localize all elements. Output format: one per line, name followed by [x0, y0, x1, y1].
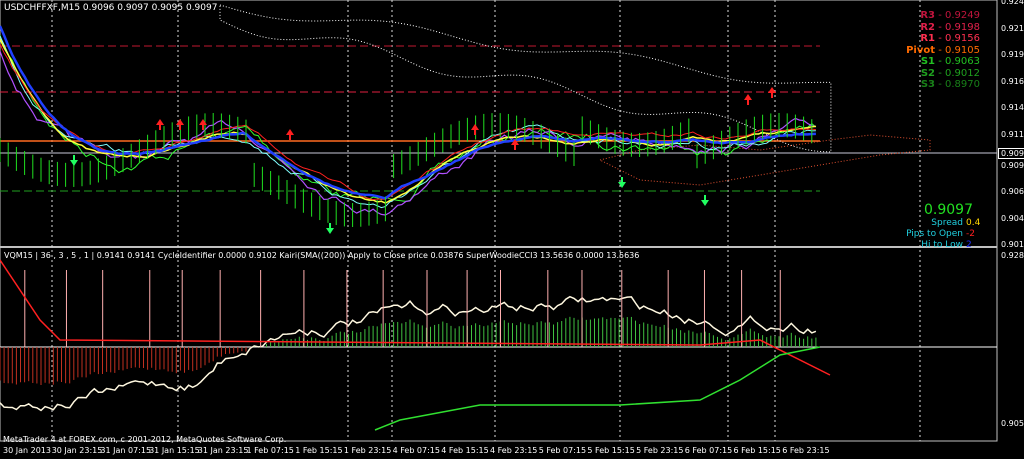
yellow-ma — [0, 38, 816, 204]
price-chart-canvas[interactable] — [0, 0, 1024, 459]
pips-to-open-label: Pips to Open — [906, 229, 963, 239]
indicator-header: VQM15 | 36 , 3 , 5 , 1 | 0.9141 0.9141 C… — [4, 251, 640, 260]
time-axis-label: 1 Feb 15:15 — [295, 446, 343, 455]
current-price: 0.9097 — [924, 202, 973, 218]
cci-green-line — [374, 346, 821, 431]
pivot-value: - 0.9105 — [935, 44, 980, 56]
cyan-line — [0, 35, 816, 209]
up-arrow-icon — [618, 182, 626, 188]
time-axis-label: 6 Feb 23:15 — [782, 446, 830, 455]
pivot-value: - 0.8970 — [935, 79, 980, 90]
time-axis-label: 31 Jan 23:15 — [197, 446, 249, 455]
down-arrow-icon — [286, 129, 294, 135]
down-arrow-icon — [176, 119, 184, 125]
pivot-label: Pivot — [906, 44, 936, 56]
pivot-value: - 0.9249 — [935, 10, 980, 21]
down-arrow-icon — [199, 119, 207, 125]
spread-value: 0.4 — [966, 218, 981, 228]
pivot-r2: R2 - 0.9198 — [900, 22, 980, 33]
cci-red-line — [0, 259, 831, 376]
red-ma — [0, 43, 816, 201]
blue-ma — [0, 25, 816, 200]
price-axis-label: 0.9140 — [1001, 103, 1024, 113]
pivot-label: R2 — [920, 21, 936, 33]
spread-label: Spread — [931, 218, 963, 228]
time-axis-label: 1 Feb 23:15 — [343, 446, 392, 455]
pivot-s3: S3 - 0.8970 — [900, 79, 980, 90]
time-axis-label: 5 Feb 07:15 — [538, 446, 587, 455]
time-axis-label: 30 Jan 2013 — [3, 446, 51, 455]
up-arrow-icon — [701, 200, 709, 206]
price-axis-label: 0.9015 — [1001, 240, 1024, 250]
price-axis-label: 0.9215 — [1001, 23, 1024, 33]
sub-axis-top: 0.9281 — [1001, 251, 1024, 260]
price-axis-label: 0.9115 — [1001, 130, 1024, 139]
footer-copyright: MetaTrader 4 at FOREX.com, c 2001-2012, … — [3, 435, 287, 444]
pivot-value: - 0.9012 — [935, 67, 980, 79]
pivot-value: - 0.9156 — [935, 33, 980, 44]
time-axis-label: 30 Jan 23:15 — [51, 446, 103, 455]
price-axis-label: 0.9165 — [1001, 76, 1024, 86]
price-line-green — [0, 34, 817, 202]
pivot-label: S3 — [920, 79, 936, 90]
sub-axis-bottom: 0.9057 — [1001, 419, 1024, 428]
pivot-r3: R3 - 0.9249 — [900, 10, 980, 21]
up-arrow-icon — [326, 228, 334, 234]
pivot-label: S2 — [920, 67, 936, 79]
price-axis-label: 0.9040 — [1001, 213, 1024, 223]
time-axis-label: 4 Feb 23:15 — [490, 446, 538, 455]
pivot-value: - 0.9063 — [935, 56, 980, 67]
pivot-pivot: Pivot - 0.9105 — [900, 45, 980, 56]
pivot-label: S1 — [920, 56, 936, 67]
down-arrow-icon — [744, 94, 752, 100]
pivot-label: R1 — [920, 33, 936, 44]
price-axis-label: 0.9190 — [1001, 50, 1024, 60]
down-arrow-icon — [471, 124, 479, 130]
time-axis-label: 5 Feb 15:15 — [587, 446, 635, 455]
time-axis-label: 5 Feb 23:15 — [636, 446, 684, 455]
current-price-box: 0.9097 — [998, 148, 1024, 159]
time-axis-label: 6 Feb 07:15 — [684, 446, 733, 455]
time-axis-label: 4 Feb 15:15 — [441, 446, 489, 455]
down-arrow-icon — [156, 119, 164, 125]
symbol-header: USDCHFFXF,M15 0.9096 0.9097 0.9095 0.909… — [4, 3, 218, 13]
time-axis-label: 31 Jan 15:15 — [149, 446, 200, 455]
pivot-label: R3 — [920, 10, 936, 21]
time-axis-label: 6 Feb 15:15 — [733, 446, 781, 455]
price-axis-label: 0.9090 — [1001, 160, 1024, 170]
time-axis-label: 4 Feb 07:15 — [392, 446, 440, 455]
price-axis-label: 0.9065 — [1001, 187, 1024, 197]
chart-frame — [0, 0, 998, 442]
pivot-s1: S1 - 0.9063 — [900, 56, 980, 67]
hi-to-low-label: Hi to Low — [921, 240, 963, 247]
kairi-line — [0, 295, 817, 412]
time-axis-label: 1 Feb 07:15 — [246, 446, 294, 455]
price-axis-label: 0.9240 — [1001, 0, 1024, 6]
time-axis-label: 31 Jan 07:15 — [100, 446, 152, 455]
pivot-value: - 0.9198 — [935, 21, 980, 33]
pivot-r1: R1 - 0.9156 — [900, 33, 980, 44]
up-arrow-icon — [70, 160, 78, 166]
pips-to-open-value: -2 — [966, 229, 975, 239]
hi-to-low-value: 2 — [966, 240, 972, 247]
pivot-s2: S2 - 0.9012 — [900, 68, 980, 79]
